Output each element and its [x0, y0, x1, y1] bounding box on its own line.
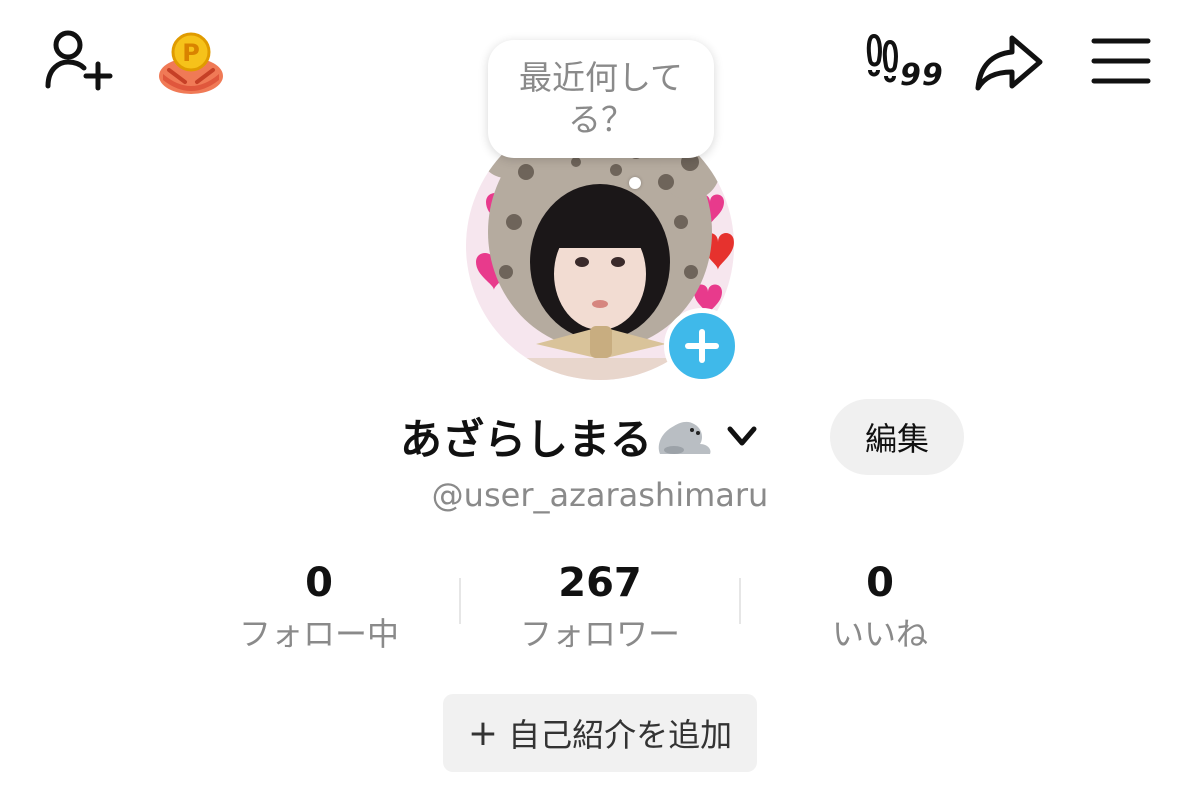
display-name: あざらしまる: [400, 414, 653, 464]
stat-divider: [739, 578, 741, 624]
add-bio-button[interactable]: + 自己紹介を追加: [443, 694, 757, 772]
footprints-count: 99: [900, 58, 944, 93]
add-avatar-button[interactable]: [664, 308, 740, 384]
stat-divider: [459, 578, 461, 624]
display-name-row[interactable]: あざらしまる: [400, 406, 760, 466]
stat-likes-label: いいね: [831, 615, 928, 653]
stat-following[interactable]: 0 フォロー中: [209, 558, 429, 656]
stat-followers-count: 267: [558, 560, 642, 606]
seal-icon: [658, 421, 711, 454]
share-icon[interactable]: [972, 32, 1048, 92]
menu-icon[interactable]: [1090, 36, 1152, 86]
add-bio-label: 自己紹介を追加: [508, 716, 733, 754]
svg-text:P: P: [182, 39, 200, 67]
plus-icon: +: [467, 712, 499, 754]
status-bubble[interactable]: 最近何してる？: [488, 40, 714, 158]
plus-icon: [685, 329, 719, 363]
stat-following-label: フォロー中: [238, 615, 399, 653]
stat-followers-label: フォロワー: [519, 615, 680, 653]
username: @user_azarashimaru: [431, 476, 769, 514]
stat-likes-count: 0: [866, 560, 894, 606]
edit-profile-button[interactable]: 編集: [830, 399, 964, 475]
profile-page: P 99 最近何してる？ あざらしまる 編集 @user_azarashimar…: [0, 0, 1200, 806]
stat-following-count: 0: [305, 560, 333, 606]
chevron-down-icon[interactable]: [724, 421, 760, 451]
points-reward-icon[interactable]: P: [155, 30, 227, 96]
status-bubble-tail: [629, 177, 641, 189]
add-user-icon[interactable]: [42, 28, 114, 92]
footprints-icon[interactable]: 99: [866, 32, 956, 93]
status-bubble-text: 最近何してる？: [518, 58, 683, 139]
stat-likes[interactable]: 0 いいね: [770, 558, 990, 656]
stat-followers[interactable]: 267 フォロワー: [490, 558, 710, 656]
